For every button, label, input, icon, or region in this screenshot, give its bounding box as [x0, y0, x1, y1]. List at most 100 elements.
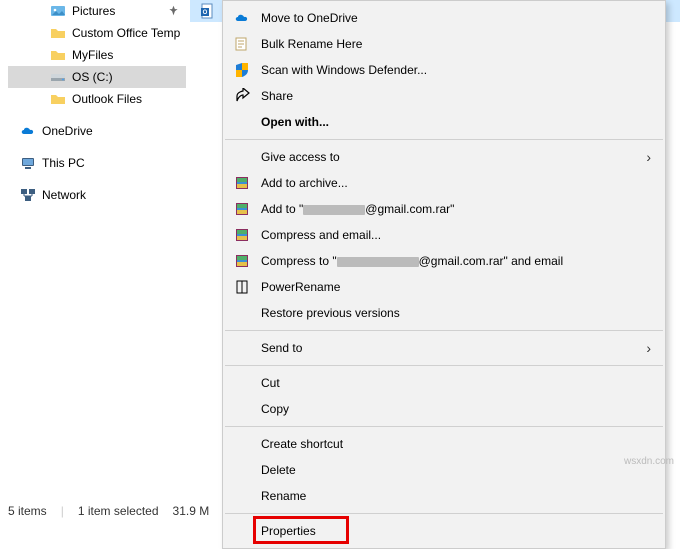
status-separator: | [61, 504, 64, 518]
rar-icon [233, 174, 251, 192]
nav-label: Pictures [72, 4, 115, 18]
folder-icon [50, 47, 66, 63]
redacted-text [337, 257, 419, 267]
nav-section-network[interactable]: Network [8, 184, 186, 206]
nav-label: MyFiles [72, 48, 113, 62]
nav-label: Outlook Files [72, 92, 142, 106]
status-size: 31.9 M [173, 504, 210, 518]
menu-label: Share [261, 89, 651, 103]
menu-separator [225, 513, 663, 514]
menu-item-scan-with-windows-defender[interactable]: Scan with Windows Defender... [223, 57, 665, 83]
menu-item-send-to[interactable]: Send to› [223, 335, 665, 361]
rar-icon [233, 200, 251, 218]
menu-item-open-with[interactable]: Open with... [223, 109, 665, 135]
nav-item-pictures[interactable]: Pictures [8, 0, 186, 22]
onedrive-icon [233, 9, 251, 27]
drive-icon [50, 69, 66, 85]
power-rename-icon [233, 278, 251, 296]
menu-label: Compress to "@gmail.com.rar" and email [261, 254, 651, 268]
nav-section-onedrive[interactable]: OneDrive [8, 120, 186, 142]
menu-item-move-to-onedrive[interactable]: Move to OneDrive [223, 5, 665, 31]
pictures-icon [50, 3, 66, 19]
blank-icon [233, 435, 251, 453]
blank-icon [233, 522, 251, 540]
menu-item-copy[interactable]: Copy [223, 396, 665, 422]
menu-item-create-shortcut[interactable]: Create shortcut [223, 431, 665, 457]
nav-item-myfiles[interactable]: MyFiles [8, 44, 186, 66]
network-icon [20, 187, 36, 203]
thispc-icon [20, 155, 36, 171]
menu-separator [225, 139, 663, 140]
blank-icon [233, 113, 251, 131]
menu-item-delete[interactable]: Delete [223, 457, 665, 483]
pin-icon [168, 5, 180, 17]
menu-item-powerrename[interactable]: PowerRename [223, 274, 665, 300]
menu-label: Properties [261, 524, 651, 538]
nav-label: This PC [42, 156, 85, 170]
menu-item-compress-to[interactable]: Compress to "@gmail.com.rar" and email [223, 248, 665, 274]
blank-icon [233, 487, 251, 505]
menu-item-cut[interactable]: Cut [223, 370, 665, 396]
watermark: wsxdn.com [624, 456, 674, 467]
menu-separator [225, 365, 663, 366]
context-menu: Move to OneDrive Bulk Rename Here Scan wit… [222, 0, 666, 549]
menu-separator [225, 426, 663, 427]
menu-item-bulk-rename-here[interactable]: Bulk Rename Here [223, 31, 665, 57]
blank-icon [233, 374, 251, 392]
menu-label: Open with... [261, 115, 651, 129]
pst-file-icon: O [200, 3, 216, 19]
blank-icon [233, 400, 251, 418]
svg-text:O: O [203, 10, 208, 16]
menu-label: Delete [261, 463, 651, 477]
menu-label: Send to [261, 341, 646, 355]
folder-icon [50, 91, 66, 107]
menu-label: Add to "@gmail.com.rar" [261, 202, 651, 216]
menu-label: Rename [261, 489, 651, 503]
defender-icon [233, 61, 251, 79]
nav-label: OS (C:) [72, 70, 113, 84]
menu-label: Add to archive... [261, 176, 651, 190]
status-selected: 1 item selected [78, 504, 159, 518]
nav-item-outlook-files[interactable]: Outlook Files [8, 88, 186, 110]
menu-separator [225, 330, 663, 331]
nav-label: Network [42, 188, 86, 202]
status-bar: 5 items | 1 item selected 31.9 M [8, 502, 209, 520]
blank-icon [233, 339, 251, 357]
nav-label: OneDrive [42, 124, 93, 138]
onedrive-icon [20, 123, 36, 139]
nav-label: Custom Office Temp [72, 26, 180, 40]
rar-icon [233, 226, 251, 244]
chevron-right-icon: › [646, 340, 651, 356]
menu-label: Compress and email... [261, 228, 651, 242]
nav-item-custom-office[interactable]: Custom Office Temp [8, 22, 186, 44]
menu-item-give-access-to[interactable]: Give access to› [223, 144, 665, 170]
menu-item-rename[interactable]: Rename [223, 483, 665, 509]
nav-item-os-c[interactable]: OS (C:) [8, 66, 186, 88]
menu-item-compress-and-email[interactable]: Compress and email... [223, 222, 665, 248]
status-item-count: 5 items [8, 504, 47, 518]
navigation-pane: Pictures Custom Office Temp MyFiles OS (… [8, 0, 186, 505]
blank-icon [233, 304, 251, 322]
menu-label: Scan with Windows Defender... [261, 63, 651, 77]
folder-icon [50, 25, 66, 41]
blank-icon [233, 148, 251, 166]
redacted-text [303, 205, 365, 215]
menu-label: Restore previous versions [261, 306, 651, 320]
menu-label: Create shortcut [261, 437, 651, 451]
chevron-right-icon: › [646, 149, 651, 165]
menu-label: Give access to [261, 150, 646, 164]
menu-label: Copy [261, 402, 651, 416]
share-icon [233, 87, 251, 105]
menu-item-share[interactable]: Share [223, 83, 665, 109]
menu-label: Move to OneDrive [261, 11, 651, 25]
menu-item-restore-previous-versions[interactable]: Restore previous versions [223, 300, 665, 326]
blank-icon [233, 461, 251, 479]
menu-item-add-to[interactable]: Add to "@gmail.com.rar" [223, 196, 665, 222]
menu-item-add-to-archive[interactable]: Add to archive... [223, 170, 665, 196]
nav-section-thispc[interactable]: This PC [8, 152, 186, 174]
menu-label: Bulk Rename Here [261, 37, 651, 51]
rar-icon [233, 252, 251, 270]
rename-icon [233, 35, 251, 53]
menu-label: PowerRename [261, 280, 651, 294]
menu-label: Cut [261, 376, 651, 390]
